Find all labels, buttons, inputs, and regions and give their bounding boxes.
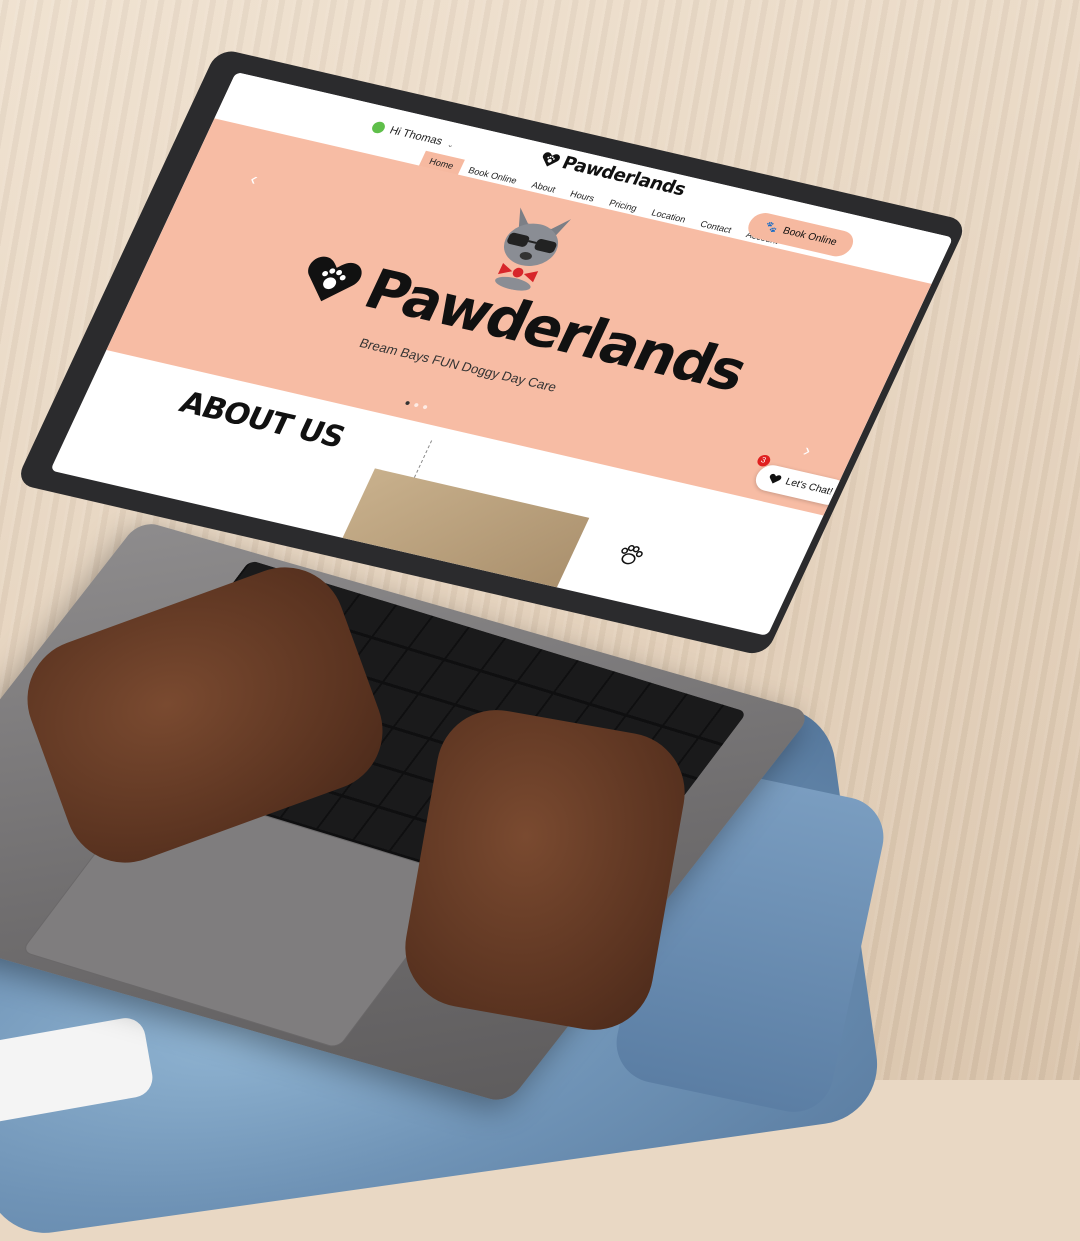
chevron-right-icon[interactable]: › <box>800 440 814 461</box>
paw-icon: 🐾 <box>762 221 780 235</box>
user-menu[interactable]: Hi Thomas ⌄ <box>370 120 457 151</box>
user-greeting: Hi Thomas <box>387 124 445 148</box>
book-online-label: Book Online <box>780 225 839 249</box>
chat-label: Let's Chat! <box>783 476 835 498</box>
slideshow-dots[interactable] <box>404 400 428 410</box>
heart-paw-icon <box>538 150 562 169</box>
right-hand <box>395 700 695 1040</box>
heart-paw-icon <box>766 473 782 486</box>
chevron-down-icon: ⌄ <box>445 139 457 150</box>
avatar-icon <box>370 120 387 135</box>
paw-icon <box>621 545 643 565</box>
heart-paw-icon <box>293 250 369 309</box>
divider <box>413 440 433 478</box>
chevron-left-icon[interactable]: ‹ <box>247 169 261 190</box>
laptop: Hi Thomas ⌄ Pawderlands Home Book Online… <box>0 0 1080 1104</box>
